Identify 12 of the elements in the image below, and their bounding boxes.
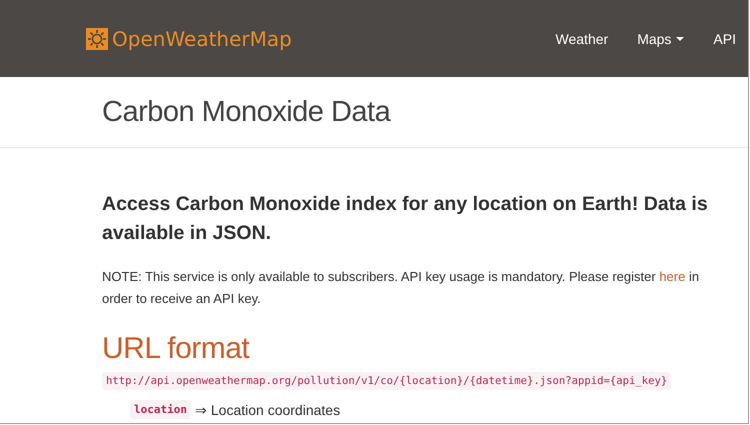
url-code: http://api.openweathermap.org/pollution/v1/co/{location}/{datetime}.json?appid={api_key} xyxy=(102,372,672,390)
sun-icon xyxy=(86,28,108,50)
page-title: Carbon Monoxide Data xyxy=(102,96,390,128)
lead-heading: Access Carbon Monoxide index for any location on Earth! Data is available in JSON. xyxy=(102,192,709,246)
nav-link[interactable]: Maps xyxy=(620,30,696,46)
section-title: URL format xyxy=(102,332,250,366)
nav-link[interactable]: Weather xyxy=(538,30,620,46)
note-text: NOTE: This service is only available to subscribers. API key usage is mandatory. Please register here in order to receive an API key. xyxy=(102,268,700,308)
param-description: ⇒ Location coordinates xyxy=(194,402,340,418)
param-code: location xyxy=(130,400,191,419)
register-link[interactable]: here xyxy=(659,269,686,284)
nav-link[interactable]: API xyxy=(696,30,748,46)
